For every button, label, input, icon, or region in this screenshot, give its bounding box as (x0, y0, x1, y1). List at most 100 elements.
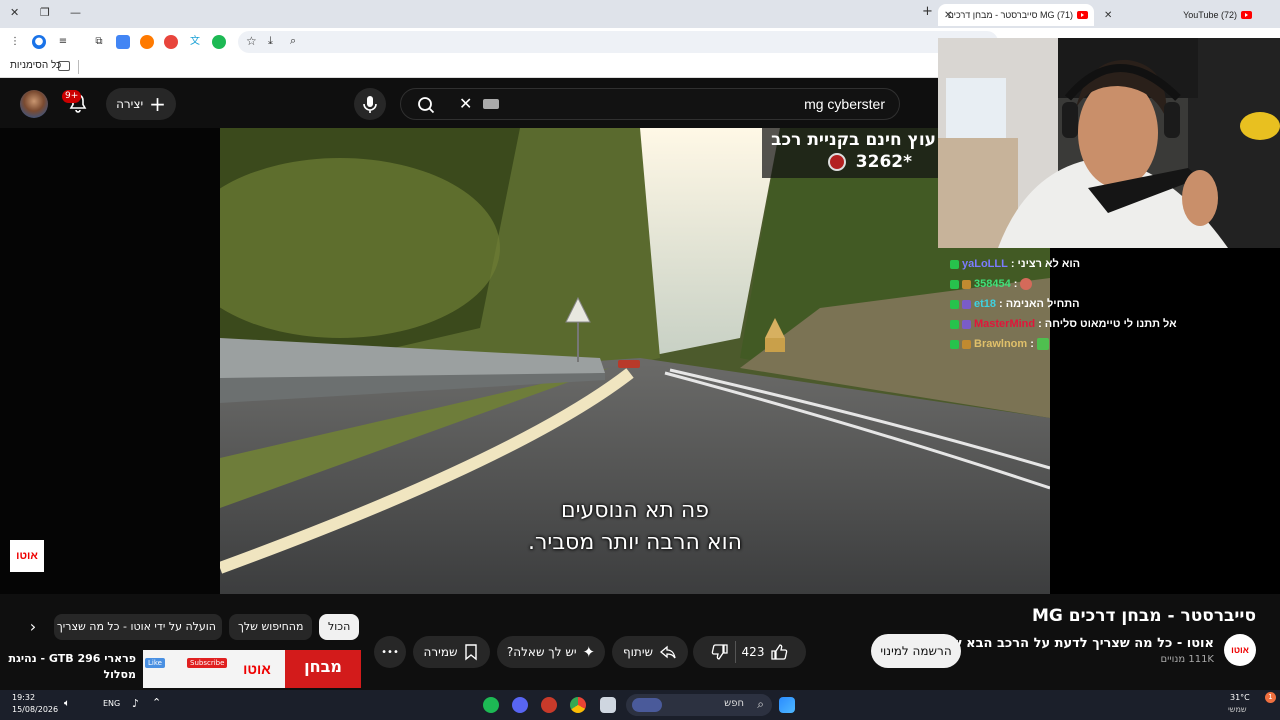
tab-title: (72) YouTube (1183, 10, 1237, 20)
emblem-icon (828, 153, 846, 171)
install-app-icon[interactable]: ⤓ (268, 34, 273, 48)
plus-icon: + (149, 92, 166, 116)
chrome-icon[interactable] (570, 697, 586, 713)
chat-user: 358454 (974, 278, 1011, 290)
speaker-icon[interactable]: 🔈︎ (64, 698, 70, 709)
close-window-icon[interactable]: ✕ (10, 6, 19, 19)
chip-all[interactable]: הכול (319, 614, 360, 640)
share-button[interactable]: שיתוף (612, 636, 688, 668)
channel-name[interactable]: אוטו - כל מה שצריך לדעת על הרכב הבא שלך (936, 636, 1214, 651)
youtube-icon (1077, 11, 1088, 19)
bookmark-icon (465, 644, 478, 661)
notifications-button[interactable]: 9+ (62, 90, 90, 116)
video-title: סייברסטר - מבחן דרכים MG (1032, 606, 1256, 626)
search-icon (418, 97, 435, 114)
like-count: 423 (741, 645, 765, 659)
minimize-window-icon[interactable]: — (70, 6, 81, 19)
subscribe-button[interactable]: הרשמה למינוי (871, 634, 961, 668)
tab-title: (71) MG סייברסטר - מבחן דרכים (947, 10, 1073, 20)
chat-message: et18 : התחיל האנימה (950, 298, 1080, 310)
badge-icon (962, 279, 971, 289)
extension-icon[interactable] (116, 35, 130, 49)
thumbs-down-icon[interactable] (711, 643, 729, 661)
create-button[interactable]: + יצירה (106, 88, 176, 120)
player-letterbox: אוטו (0, 128, 220, 594)
close-tab-icon[interactable]: ✕ (944, 10, 952, 21)
related-thumbnail[interactable]: מבחן אוטו Like Subscribe (143, 650, 361, 688)
app-icon[interactable] (541, 697, 557, 713)
channel-avatar[interactable]: אוטו (1224, 634, 1256, 666)
search-input[interactable]: ✕ mg cyberster (400, 88, 900, 120)
voice-search-button[interactable] (354, 88, 386, 120)
extension-icon[interactable] (164, 35, 178, 49)
translate-icon[interactable]: 文 (188, 35, 202, 49)
subscriber-count: 111K מנויים (1160, 654, 1214, 665)
tab-mg-cyberster[interactable]: (71) MG סייברסטר - מבחן דרכים ✕ (938, 4, 1094, 26)
more-actions-button[interactable]: ••• (374, 636, 406, 668)
clear-search-icon[interactable]: ✕ (459, 94, 472, 113)
chevron-up-icon[interactable]: ⌃ (152, 696, 161, 709)
restore-window-icon[interactable]: ❐ (40, 6, 50, 19)
youtube-icon (1241, 11, 1252, 19)
save-button[interactable]: שמירה (413, 636, 490, 668)
extension-icon[interactable] (140, 35, 154, 49)
chat-background (1050, 248, 1280, 594)
webcam-frame (938, 38, 1280, 248)
sparkle-icon: ✦ (582, 643, 596, 661)
zoom-icon[interactable]: ⌕ (290, 34, 296, 48)
chat-message: Brawlnom : (950, 338, 1049, 350)
video-player[interactable]: פה תא הנוסעים הוא הרבה יותר מסביר. (220, 128, 1050, 594)
bookmark-star-icon[interactable]: ☆ (246, 34, 257, 48)
like-button[interactable]: 423 (742, 643, 789, 661)
related-title[interactable]: מסלול (103, 668, 136, 681)
ask-button[interactable]: ✦ יש לך שאלה? (497, 636, 605, 668)
badge-icon (950, 279, 959, 289)
browser-tab-bar: ✕ ❐ — + (71) MG סייברסטר - מבחן דרכים ✕ … (0, 0, 1280, 28)
microphone-icon[interactable]: ♪ (132, 697, 139, 710)
close-tab-icon[interactable]: ✕ (1104, 10, 1112, 21)
clock-time[interactable]: 19:32 (12, 693, 35, 702)
extensions-icon[interactable]: ⧉ (92, 35, 106, 49)
chip-from-search[interactable]: מהחיפוש שלך (229, 614, 313, 640)
menu-icon[interactable]: ⋮ (8, 35, 22, 49)
all-bookmarks-link[interactable]: כל הסימניות (10, 60, 61, 71)
chat-user: yaLoLLL (962, 258, 1008, 270)
badge-icon (950, 319, 959, 329)
new-tab-button[interactable]: + (922, 4, 933, 19)
keyboard-icon[interactable] (483, 99, 499, 109)
banner-text: עוץ חינם בקניית רכב (771, 130, 936, 150)
task-view-icon[interactable] (600, 697, 616, 713)
search-icon: ⌕ (757, 697, 764, 711)
discord-icon[interactable] (512, 697, 528, 713)
chat-message: yaLoLLL : הוא לא רציני (950, 258, 1080, 270)
clock-date[interactable]: 15/08/2026 (12, 705, 58, 714)
banner-code: 3262* (855, 152, 912, 172)
weather-temp[interactable]: 31°C (1230, 693, 1250, 702)
omnibox[interactable]: ☆ ⤓ ⌕ (238, 31, 998, 53)
taskbar-search[interactable]: חפש ⌕ (626, 694, 772, 716)
spotify-icon[interactable] (483, 697, 499, 713)
windows-taskbar: 19:32 15/08/2026 🔈︎ ENG ♪ ⌃ חפש ⌕ 31°C ש… (0, 690, 1280, 720)
extension-icon[interactable] (212, 35, 226, 49)
chip-uploaded-by[interactable]: הועלה על ידי אוטו - כל מה שצריך (54, 614, 222, 640)
chat-user: et18 (974, 298, 997, 310)
save-label: שמירה (423, 645, 458, 659)
chat-user: Brawlnom (974, 338, 1028, 350)
badge-icon (962, 319, 971, 329)
windows-start-icon[interactable] (779, 697, 795, 713)
avatar[interactable] (20, 90, 48, 118)
search-button[interactable] (415, 94, 437, 116)
chat-text: הוא לא רציני (1017, 258, 1081, 270)
chevron-right-icon[interactable]: › (22, 616, 44, 638)
tab-youtube[interactable]: (72) YouTube ✕ (1098, 4, 1258, 26)
notification-badge[interactable]: 1 (1265, 692, 1276, 703)
related-title[interactable]: פרארי GTB 296 - נהיגת (8, 652, 136, 665)
badge-icon (962, 299, 971, 309)
language-indicator[interactable]: ENG (103, 699, 120, 708)
thumb-logo: אוטו (243, 661, 271, 677)
chat-user: MasterMind (974, 318, 1036, 330)
subtitle-line: הוא הרבה יותר מסביר. (528, 530, 742, 555)
profile-icon[interactable]: ● (32, 35, 46, 49)
reading-list-icon[interactable]: ≡ (56, 35, 70, 49)
badge-icon (950, 339, 959, 349)
